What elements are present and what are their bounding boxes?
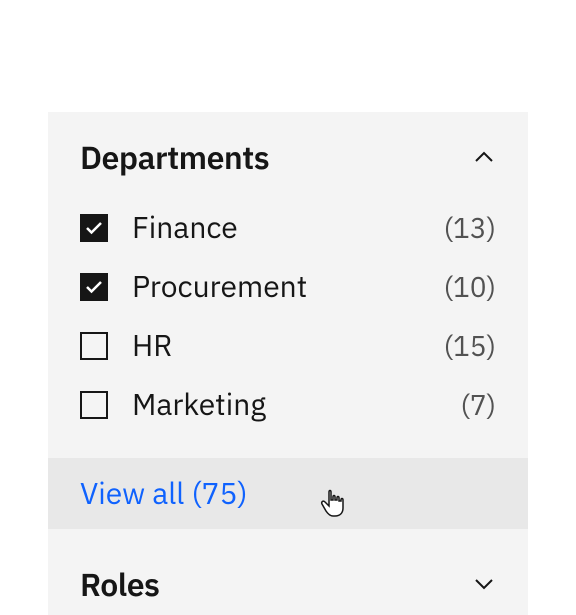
checkbox-unchecked-icon xyxy=(80,332,108,360)
checkbox-row-hr[interactable]: HR (15) xyxy=(80,316,496,375)
checkbox-checked-icon xyxy=(80,273,108,301)
checkbox-row-marketing[interactable]: Marketing (7) xyxy=(80,375,496,434)
checkbox-count: (15) xyxy=(444,327,496,364)
checkbox-count: (10) xyxy=(444,268,496,305)
checkbox-count: (13) xyxy=(444,209,496,246)
departments-title: Departments xyxy=(80,136,269,178)
checkbox-row-finance[interactable]: Finance (13) xyxy=(80,198,496,257)
pointer-cursor-icon xyxy=(318,486,350,518)
checkbox-checked-icon xyxy=(80,214,108,242)
checkbox-label: Procurement xyxy=(132,267,444,306)
filter-panel: Departments Finance (13) Procuremen xyxy=(48,112,528,615)
roles-header[interactable]: Roles xyxy=(48,541,528,615)
checkbox-count: (7) xyxy=(460,386,496,423)
departments-header[interactable]: Departments xyxy=(48,112,528,198)
departments-list: Finance (13) Procurement (10) HR (15) Ma… xyxy=(48,198,528,458)
checkbox-unchecked-icon xyxy=(80,391,108,419)
checkbox-row-procurement[interactable]: Procurement (10) xyxy=(80,257,496,316)
view-all-button[interactable]: View all (75) xyxy=(48,458,528,529)
checkbox-label: HR xyxy=(132,326,444,365)
checkbox-label: Finance xyxy=(132,208,444,247)
checkbox-label: Marketing xyxy=(132,385,460,424)
chevron-up-icon xyxy=(472,145,496,169)
roles-section: Roles xyxy=(48,541,528,615)
view-all-label: View all (75) xyxy=(80,474,248,513)
roles-title: Roles xyxy=(80,563,160,605)
